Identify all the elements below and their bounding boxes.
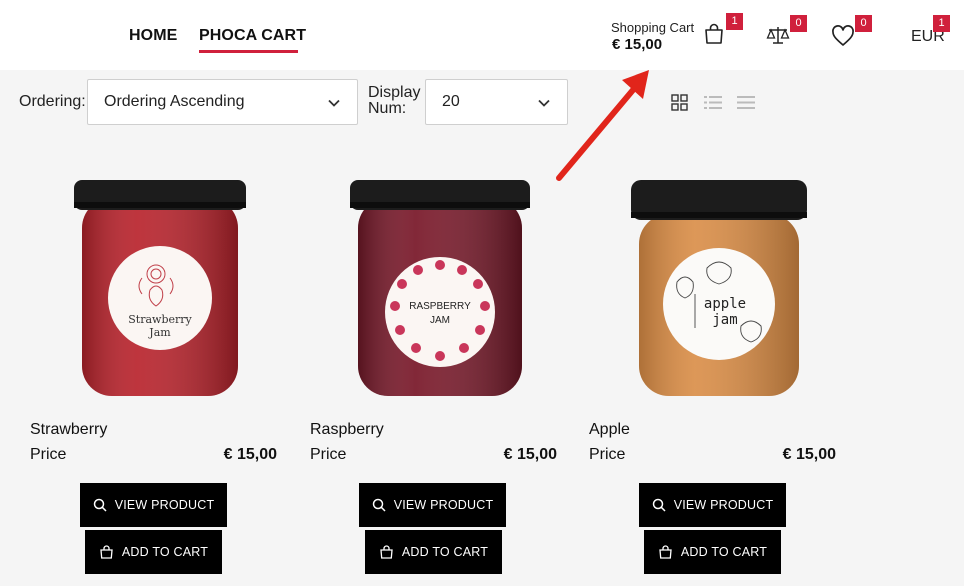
price-label: Price xyxy=(310,446,347,463)
compare-count-badge: 0 xyxy=(790,15,807,32)
cart-total[interactable]: € 15,00 xyxy=(612,36,662,53)
product-price: € 15,00 xyxy=(782,446,836,463)
product-card: RASPBERRY JAM Raspberry Price € 15,00 VI… xyxy=(310,160,570,586)
add-to-cart-button[interactable]: ADD TO CART xyxy=(365,530,502,574)
add-to-cart-label: ADD TO CART xyxy=(680,545,768,559)
view-product-label: VIEW PRODUCT xyxy=(673,498,774,512)
nav-home[interactable]: HOME xyxy=(129,27,177,45)
currency-badge: 1 xyxy=(933,15,950,32)
price-label: Price xyxy=(30,446,67,463)
display-num-value: 20 xyxy=(442,93,460,110)
price-label: Price xyxy=(589,446,626,463)
grid-view-icon[interactable] xyxy=(671,94,688,111)
raspberry-jam-jar-image[interactable]: RASPBERRY JAM xyxy=(350,178,530,404)
view-product-label: VIEW PRODUCT xyxy=(393,498,494,512)
jar-label-text-2: jam xyxy=(712,312,737,328)
list-view-icon[interactable] xyxy=(704,95,722,110)
shopping-bag-icon[interactable] xyxy=(702,22,726,46)
heart-icon[interactable] xyxy=(831,25,855,47)
jar-label-text-1: RASPBERRY xyxy=(409,301,471,312)
search-icon xyxy=(652,498,666,512)
wishlist-count-badge: 0 xyxy=(855,15,872,32)
shopping-bag-icon xyxy=(380,545,393,559)
shopping-bag-icon xyxy=(659,545,672,559)
compare-scale-icon[interactable] xyxy=(766,24,790,46)
display-label-line-1: Display xyxy=(368,84,421,101)
chevron-down-icon xyxy=(328,99,340,107)
view-product-label: VIEW PRODUCT xyxy=(114,498,215,512)
shopping-cart-label[interactable]: Shopping Cart xyxy=(611,20,694,35)
product-card: apple jam Apple Price € 15,00 VIEW PRODU… xyxy=(589,160,849,586)
cart-count-badge: 1 xyxy=(726,13,743,30)
display-num-label: Display Num: xyxy=(368,85,420,117)
view-product-button[interactable]: VIEW PRODUCT xyxy=(359,483,506,527)
product-price: € 15,00 xyxy=(223,446,277,463)
shopping-bag-icon xyxy=(100,545,113,559)
display-num-select[interactable]: 20 xyxy=(425,79,568,125)
search-icon xyxy=(93,498,107,512)
strawberry-jam-jar-image[interactable]: Strawberry Jam xyxy=(70,178,250,404)
nav-phoca-cart[interactable]: PHOCA CART xyxy=(199,27,306,45)
product-name[interactable]: Raspberry xyxy=(310,421,384,439)
site-header: HOME PHOCA CART Shopping Cart € 15,00 1 … xyxy=(0,0,964,70)
ordering-label: Ordering: xyxy=(19,93,86,110)
add-to-cart-label: ADD TO CART xyxy=(121,545,209,559)
product-name[interactable]: Strawberry xyxy=(30,421,107,439)
jar-label-text-2: Jam xyxy=(148,326,171,339)
product-card: Strawberry Jam Strawberry Price € 15,00 … xyxy=(30,160,290,586)
product-price: € 15,00 xyxy=(503,446,557,463)
view-product-button[interactable]: VIEW PRODUCT xyxy=(80,483,227,527)
jar-label-text-2: JAM xyxy=(430,315,450,326)
active-nav-underline xyxy=(199,50,298,53)
search-icon xyxy=(372,498,386,512)
compact-list-icon[interactable] xyxy=(737,95,755,110)
jar-label-text-1: apple xyxy=(704,296,746,312)
view-product-button[interactable]: VIEW PRODUCT xyxy=(639,483,786,527)
product-name[interactable]: Apple xyxy=(589,421,630,439)
ordering-select-value: Ordering Ascending xyxy=(104,93,245,110)
add-to-cart-button[interactable]: ADD TO CART xyxy=(644,530,781,574)
ordering-select[interactable]: Ordering Ascending xyxy=(87,79,358,125)
add-to-cart-button[interactable]: ADD TO CART xyxy=(85,530,222,574)
display-label-line-2: Num: xyxy=(368,100,407,117)
add-to-cart-label: ADD TO CART xyxy=(401,545,489,559)
chevron-down-icon xyxy=(538,99,550,107)
jar-label-text-1: Strawberry xyxy=(128,313,192,326)
apple-jam-jar-image[interactable]: apple jam xyxy=(629,178,809,404)
